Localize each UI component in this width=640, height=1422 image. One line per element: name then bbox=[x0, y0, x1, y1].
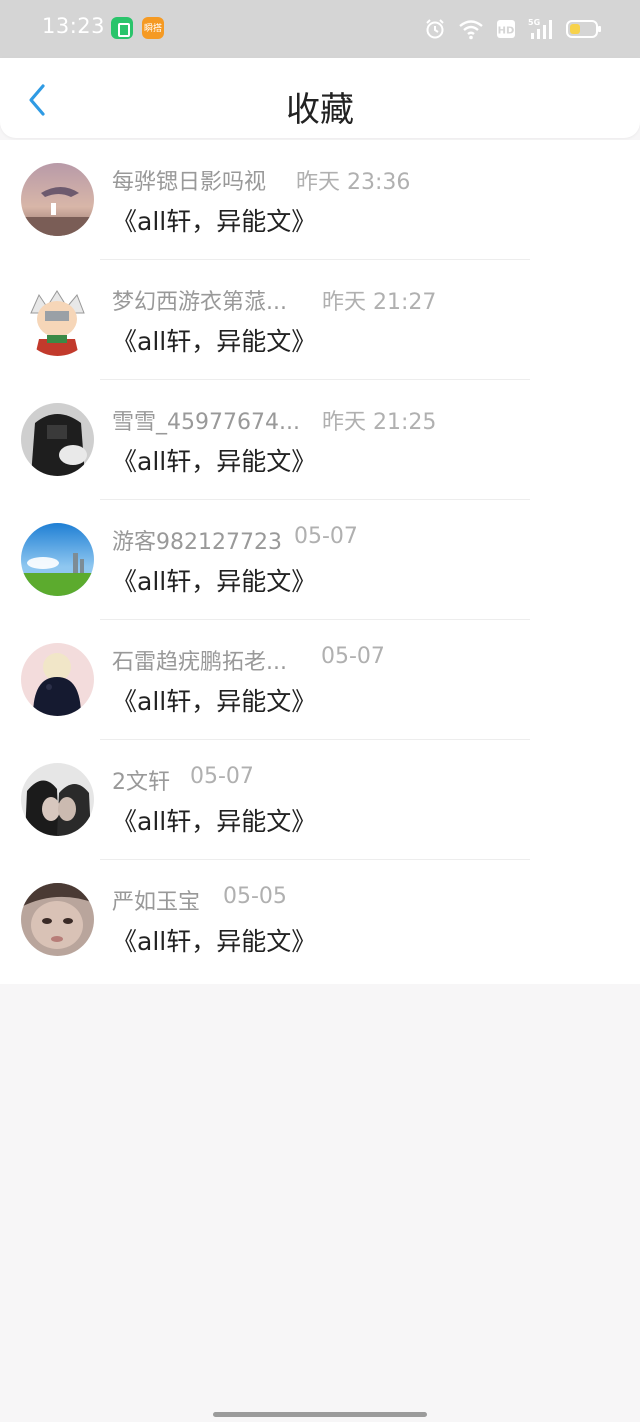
hd-icon: HD bbox=[496, 19, 516, 39]
timestamp: 昨天 21:27 bbox=[322, 290, 437, 315]
item-meta: 2文轩 05-07 bbox=[112, 764, 254, 795]
app-notification-icon: 瞬搭 bbox=[142, 17, 164, 39]
user-name: 2文轩 bbox=[112, 770, 170, 795]
item-title: 《all轩，异能文》 bbox=[112, 807, 317, 836]
item-title: 《all轩，异能文》 bbox=[112, 927, 317, 956]
home-indicator[interactable] bbox=[213, 1412, 427, 1417]
list-item[interactable]: 雪雪_45977674... 昨天 21:25 《all轩，异能文》 bbox=[0, 380, 640, 500]
favorites-list: 每骅锶日影吗视 昨天 23:36 《all轩，异能文》 梦幻西游衣第蒎... 昨… bbox=[0, 140, 640, 984]
item-meta: 石雷趋疣鹏拓老... 05-07 bbox=[112, 644, 385, 675]
timestamp: 昨天 21:25 bbox=[322, 410, 437, 435]
status-bar: 13:23 瞬搭 HD 5G bbox=[0, 0, 640, 58]
item-title: 《all轩，异能文》 bbox=[112, 327, 317, 356]
status-time: 13:23 bbox=[42, 14, 106, 38]
list-item[interactable]: 2文轩 05-07 《all轩，异能文》 bbox=[0, 740, 640, 860]
item-title: 《all轩，异能文》 bbox=[112, 447, 317, 476]
svg-text:5G: 5G bbox=[528, 18, 540, 27]
avatar[interactable] bbox=[21, 403, 94, 476]
list-item[interactable]: 严如玉宝 05-05 《all轩，异能文》 bbox=[0, 860, 640, 980]
timestamp: 05-07 bbox=[294, 524, 358, 549]
battery-icon bbox=[566, 19, 602, 39]
user-name: 雪雪_45977674... bbox=[112, 410, 300, 435]
item-meta: 游客982127723 05-07 bbox=[112, 524, 358, 555]
list-item[interactable]: 梦幻西游衣第蒎... 昨天 21:27 《all轩，异能文》 bbox=[0, 260, 640, 380]
user-name: 严如玉宝 bbox=[112, 890, 201, 915]
page-title: 收藏 bbox=[286, 90, 354, 130]
user-name: 游客982127723 bbox=[112, 530, 282, 555]
list-item[interactable]: 每骅锶日影吗视 昨天 23:36 《all轩，异能文》 bbox=[0, 140, 640, 260]
badge-label: 瞬搭 bbox=[144, 24, 163, 34]
list-item[interactable]: 石雷趋疣鹏拓老... 05-07 《all轩，异能文》 bbox=[0, 620, 640, 740]
item-title: 《all轩，异能文》 bbox=[112, 687, 317, 716]
svg-text:HD: HD bbox=[498, 26, 515, 37]
user-name: 石雷趋疣鹏拓老... bbox=[112, 650, 287, 675]
item-meta: 严如玉宝 05-05 bbox=[112, 884, 287, 915]
status-icons: HD 5G bbox=[424, 16, 602, 42]
avatar[interactable] bbox=[21, 643, 94, 716]
signal-5g-icon: 5G bbox=[528, 17, 554, 41]
item-meta: 每骅锶日影吗视 昨天 23:36 bbox=[112, 164, 410, 195]
timestamp: 05-07 bbox=[321, 644, 385, 669]
avatar[interactable] bbox=[21, 523, 94, 596]
user-name: 梦幻西游衣第蒎... bbox=[112, 290, 287, 315]
wifi-icon bbox=[458, 18, 484, 40]
avatar[interactable] bbox=[21, 283, 94, 356]
avatar[interactable] bbox=[21, 763, 94, 836]
list-item[interactable]: 游客982127723 05-07 《all轩，异能文》 bbox=[0, 500, 640, 620]
avatar[interactable] bbox=[21, 163, 94, 236]
item-meta: 雪雪_45977674... 昨天 21:25 bbox=[112, 404, 436, 435]
alarm-icon bbox=[424, 18, 446, 40]
timestamp: 昨天 23:36 bbox=[296, 170, 411, 195]
item-title: 《all轩，异能文》 bbox=[112, 207, 317, 236]
header-bar: 收藏 bbox=[0, 58, 640, 138]
timestamp: 05-07 bbox=[190, 764, 254, 789]
item-title: 《all轩，异能文》 bbox=[112, 567, 317, 596]
avatar[interactable] bbox=[21, 883, 94, 956]
user-name: 每骅锶日影吗视 bbox=[112, 170, 267, 195]
item-meta: 梦幻西游衣第蒎... 昨天 21:27 bbox=[112, 284, 436, 315]
app-notification-icon bbox=[111, 17, 133, 39]
timestamp: 05-05 bbox=[223, 884, 287, 909]
